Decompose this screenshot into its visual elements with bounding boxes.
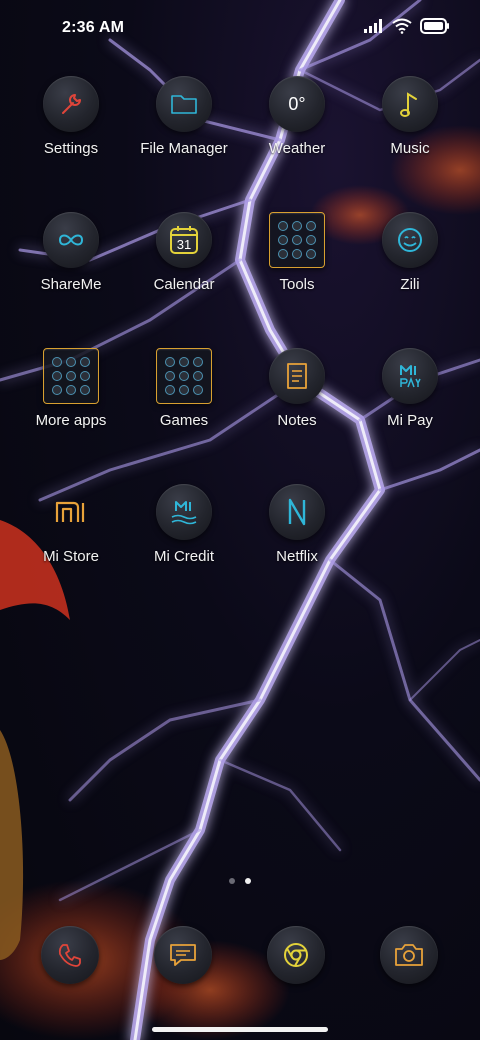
app-music[interactable]: Music xyxy=(354,76,466,157)
app-label: Weather xyxy=(268,140,326,157)
signal-icon xyxy=(364,19,384,38)
status-bar: 2:36 AM xyxy=(0,0,480,56)
app-label: Zili xyxy=(400,276,420,293)
weather-icon: 0° xyxy=(269,76,325,132)
app-label: Netflix xyxy=(276,548,318,565)
smiley-icon xyxy=(382,212,438,268)
app-label: Calendar xyxy=(153,276,215,293)
app-label: Music xyxy=(390,140,430,157)
app-shareme[interactable]: ShareMe xyxy=(15,212,127,293)
folder-icon xyxy=(156,76,212,132)
app-more-apps-folder[interactable]: More apps xyxy=(15,348,127,429)
mi-credit-icon xyxy=(156,484,212,540)
calendar-date: 31 xyxy=(176,236,192,252)
app-notes[interactable]: Notes xyxy=(241,348,353,429)
wrench-icon xyxy=(43,76,99,132)
page-indicator xyxy=(0,878,480,884)
app-label: Notes xyxy=(277,412,317,429)
camera-icon xyxy=(380,926,438,984)
app-label: Mi Credit xyxy=(153,548,214,565)
app-label: Settings xyxy=(43,140,99,157)
messages-icon xyxy=(154,926,212,984)
app-tools-folder[interactable]: Tools xyxy=(241,212,353,293)
chrome-icon xyxy=(267,926,325,984)
app-zili[interactable]: Zili xyxy=(354,212,466,293)
infinity-icon xyxy=(43,212,99,268)
phone-icon xyxy=(41,926,99,984)
app-label: Mi Pay xyxy=(387,412,433,429)
dock-messages[interactable] xyxy=(127,926,239,984)
mi-pay-icon xyxy=(382,348,438,404)
folder-grid-icon xyxy=(43,348,99,404)
app-games-folder[interactable]: Games xyxy=(128,348,240,429)
status-icons xyxy=(364,18,450,39)
page-dot-active[interactable] xyxy=(245,878,251,884)
status-time: 2:36 AM xyxy=(62,19,125,36)
notes-icon xyxy=(269,348,325,404)
folder-grid-icon xyxy=(269,212,325,268)
app-netflix[interactable]: Netflix xyxy=(241,484,353,565)
dock-chrome[interactable] xyxy=(240,926,352,984)
app-label: Games xyxy=(159,412,209,429)
weather-temperature: 0° xyxy=(288,93,306,114)
app-label: ShareMe xyxy=(40,276,102,293)
app-calendar[interactable]: 31 Calendar xyxy=(128,212,240,293)
app-label: Mi Store xyxy=(43,548,99,565)
home-indicator[interactable] xyxy=(152,1027,328,1032)
app-file-manager[interactable]: File Manager xyxy=(128,76,240,157)
page-dot[interactable] xyxy=(229,878,235,884)
dock-camera[interactable] xyxy=(353,926,465,984)
wifi-icon xyxy=(392,18,412,39)
app-settings[interactable]: Settings xyxy=(15,76,127,157)
app-mi-credit[interactable]: Mi Credit xyxy=(128,484,240,565)
music-note-icon xyxy=(382,76,438,132)
battery-icon xyxy=(420,18,450,39)
app-mi-pay[interactable]: Mi Pay xyxy=(354,348,466,429)
dock-phone[interactable] xyxy=(14,926,126,984)
app-label: More apps xyxy=(35,412,107,429)
calendar-icon: 31 xyxy=(156,212,212,268)
app-weather[interactable]: 0° Weather xyxy=(241,76,353,157)
mi-store-icon xyxy=(43,484,99,540)
app-mi-store[interactable]: Mi Store xyxy=(15,484,127,565)
app-label: Tools xyxy=(279,276,315,293)
netflix-icon xyxy=(269,484,325,540)
app-label: File Manager xyxy=(140,140,228,157)
folder-grid-icon xyxy=(156,348,212,404)
